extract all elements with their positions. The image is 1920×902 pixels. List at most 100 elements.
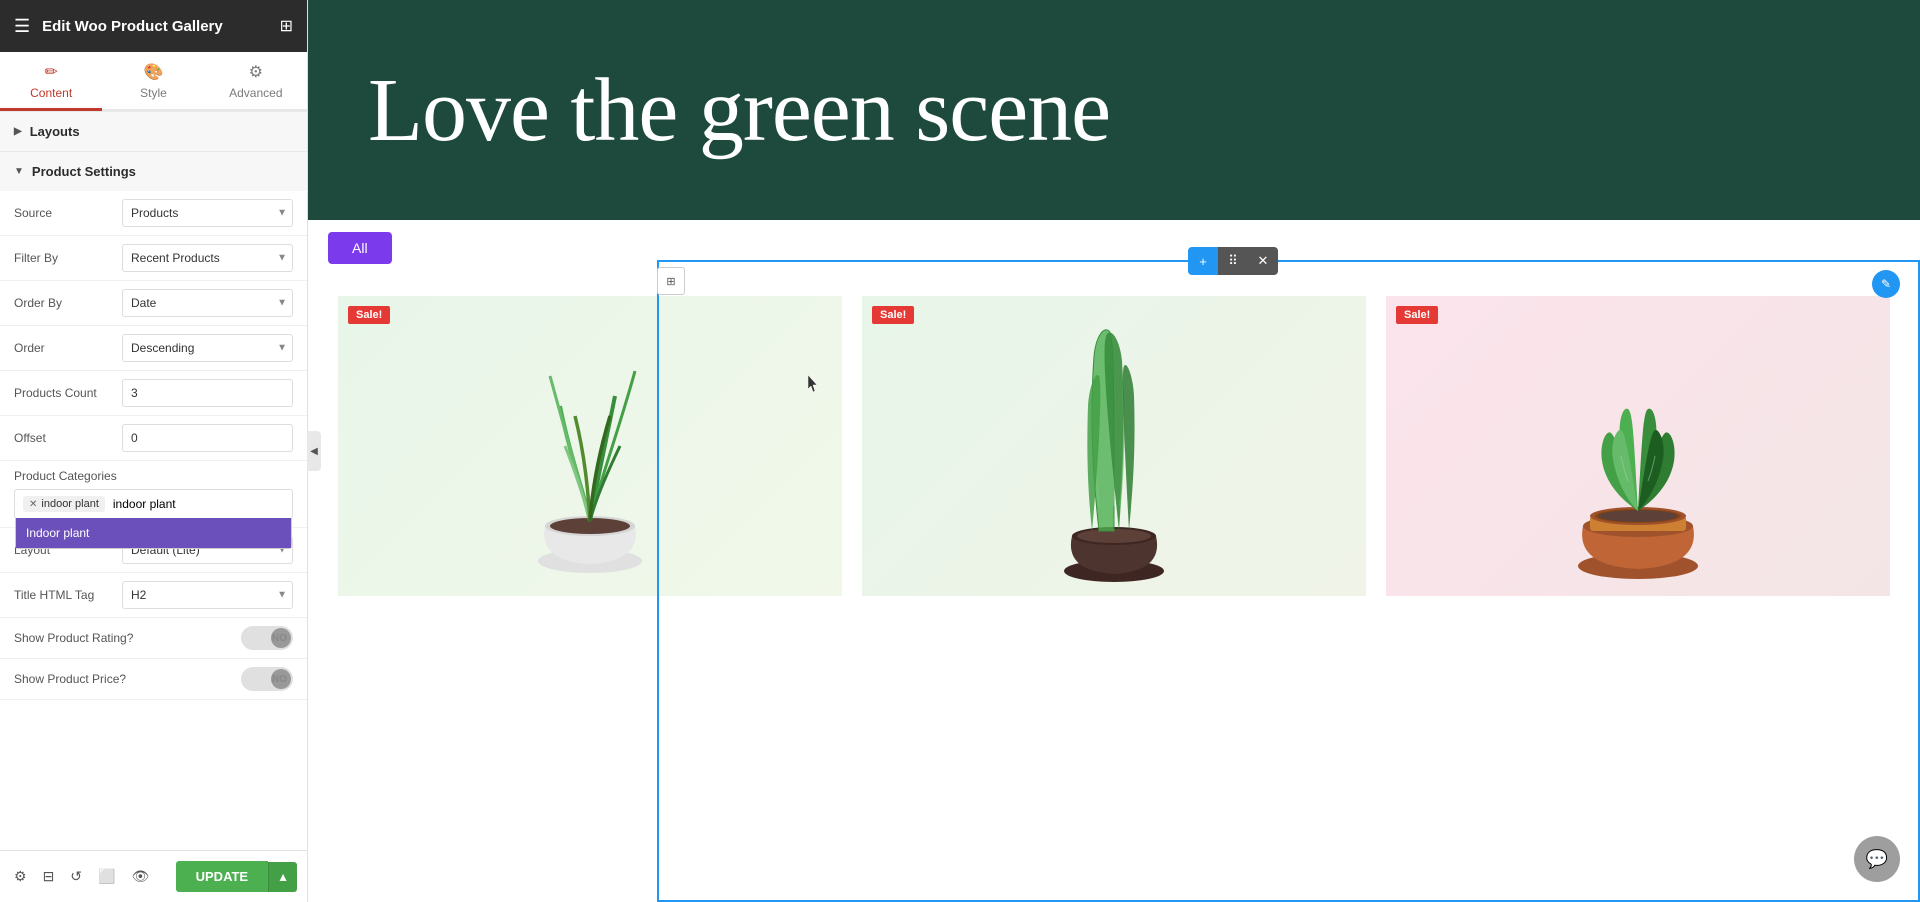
filter-bar: All <box>308 220 1920 276</box>
offset-row: Offset <box>0 416 307 461</box>
products-grid: Sale! <box>308 276 1920 626</box>
collapse-arrow-icon: ◀ <box>310 446 318 457</box>
filter-by-select[interactable]: Recent Products Featured Products Sale P… <box>122 244 293 272</box>
show-rating-label: Show Product Rating? <box>14 631 241 645</box>
category-tag-indoor-plant: ✕ indoor plant <box>23 496 105 512</box>
products-count-row: Products Count <box>0 371 307 416</box>
style-icon: 🎨 <box>144 62 164 82</box>
filter-all-button[interactable]: All <box>328 232 392 264</box>
order-by-select-wrap: Date Title Price ▼ <box>122 289 293 317</box>
plant-svg-2 <box>1014 306 1214 586</box>
order-by-row: Order By Date Title Price ▼ <box>0 281 307 326</box>
product-card-2: Sale! <box>852 286 1376 606</box>
filter-by-label: Filter By <box>14 251 114 265</box>
tag-label: indoor plant <box>41 498 99 510</box>
tab-content[interactable]: ✏ Content <box>0 52 102 111</box>
layers-icon[interactable]: ⊟ <box>39 864 59 889</box>
tab-bar: ✏ Content 🎨 Style ⚙ Advanced <box>0 52 307 111</box>
advanced-icon: ⚙ <box>249 62 263 82</box>
products-count-input-wrap <box>122 379 293 407</box>
product-card-1: Sale! <box>328 286 852 606</box>
offset-input[interactable] <box>122 424 293 452</box>
product-image-3: Sale! <box>1386 296 1890 596</box>
eye-icon[interactable]: 👁 <box>127 864 153 889</box>
undo-icon[interactable]: ↺ <box>66 864 86 889</box>
filter-by-select-wrap: Recent Products Featured Products Sale P… <box>122 244 293 272</box>
left-panel: ☰ Edit Woo Product Gallery ⊞ ✏ Content 🎨… <box>0 0 308 902</box>
order-row: Order Descending Ascending ▼ <box>0 326 307 371</box>
content-icon: ✏ <box>44 62 57 82</box>
panel-body: ▶ Layouts ▼ Product Settings Source Prod… <box>0 111 307 850</box>
sale-badge-1: Sale! <box>348 306 390 324</box>
categories-dropdown: Indoor plant <box>15 518 292 549</box>
column-selector-icon[interactable]: ⊞ <box>657 267 685 295</box>
toolbar-close-button[interactable]: ✕ <box>1248 247 1278 275</box>
title-html-select[interactable]: H2 H3 H4 <box>122 581 293 609</box>
layouts-section-header[interactable]: ▶ Layouts <box>0 111 307 151</box>
product-settings-section-label: Product Settings <box>32 164 136 179</box>
layouts-chevron-icon: ▶ <box>14 126 22 137</box>
hamburger-icon[interactable]: ☰ <box>14 16 30 37</box>
order-select[interactable]: Descending Ascending <box>122 334 293 362</box>
offset-input-wrap <box>122 424 293 452</box>
offset-label: Offset <box>14 431 114 445</box>
show-rating-toggle[interactable]: NO <box>241 626 293 650</box>
element-toolbar: + ⠿ ✕ <box>1188 247 1278 275</box>
update-button[interactable]: UPDATE <box>176 861 268 892</box>
title-html-tag-label: Title HTML Tag <box>14 588 114 602</box>
update-btn-wrap: UPDATE ▲ <box>176 861 297 892</box>
source-label: Source <box>14 206 114 220</box>
collapse-handle[interactable]: ◀ <box>307 431 321 471</box>
show-rating-row: Show Product Rating? NO <box>0 618 307 659</box>
categories-input-wrap: ✕ indoor plant Indoor plant <box>14 489 293 519</box>
order-by-select[interactable]: Date Title Price <box>122 289 293 317</box>
sale-badge-2: Sale! <box>872 306 914 324</box>
toolbar-add-button[interactable]: + <box>1188 247 1218 275</box>
tag-close-icon[interactable]: ✕ <box>29 499 37 510</box>
tab-content-label: Content <box>30 86 72 100</box>
bottom-bar: ⚙ ⊟ ↺ ⬜ 👁 UPDATE ▲ <box>0 850 307 902</box>
product-settings-section-header[interactable]: ▼ Product Settings <box>0 151 307 191</box>
grid-icon[interactable]: ⊞ <box>280 16 293 36</box>
toggle-no-price: NO <box>272 674 287 685</box>
tab-style[interactable]: 🎨 Style <box>102 52 204 111</box>
product-image-2: Sale! <box>862 296 1366 596</box>
panel-header: ☰ Edit Woo Product Gallery ⊞ <box>0 0 307 52</box>
order-select-wrap: Descending Ascending ▼ <box>122 334 293 362</box>
bottom-icons: ⚙ ⊟ ↺ ⬜ 👁 <box>10 864 153 889</box>
edit-corner-button[interactable]: ✎ <box>1872 270 1900 298</box>
show-price-label: Show Product Price? <box>14 672 241 686</box>
plant-svg-3 <box>1538 311 1738 581</box>
settings-icon[interactable]: ⚙ <box>10 864 31 889</box>
product-card-3: Sale! <box>1376 286 1900 606</box>
categories-text-input[interactable] <box>109 495 189 513</box>
product-image-1: Sale! <box>338 296 842 596</box>
toolbar-move-button[interactable]: ⠿ <box>1218 247 1248 275</box>
product-settings-chevron-icon: ▼ <box>14 166 24 177</box>
hero-title: Love the green scene <box>368 61 1110 160</box>
show-price-row: Show Product Price? NO <box>0 659 307 700</box>
suggestion-indoor-plant[interactable]: Indoor plant <box>16 518 291 548</box>
responsive-icon[interactable]: ⬜ <box>94 864 119 889</box>
canvas: Love the green scene + ⠿ ✕ ⊞ ✎ All Sale! <box>308 0 1920 902</box>
gallery-section: All Sale! <box>308 220 1920 626</box>
chat-bubble-button[interactable]: 💬 <box>1854 836 1900 882</box>
filter-by-row: Filter By Recent Products Featured Produ… <box>0 236 307 281</box>
source-row: Source Products Featured Products Sale P… <box>0 191 307 236</box>
order-by-label: Order By <box>14 296 114 310</box>
panel-title: Edit Woo Product Gallery <box>42 18 223 35</box>
title-html-select-wrap: H2 H3 H4 ▼ <box>122 581 293 609</box>
update-dropdown-button[interactable]: ▲ <box>268 862 297 892</box>
source-select-wrap: Products Featured Products Sale Products… <box>122 199 293 227</box>
source-select[interactable]: Products Featured Products Sale Products <box>122 199 293 227</box>
show-price-toggle[interactable]: NO <box>241 667 293 691</box>
sale-badge-3: Sale! <box>1396 306 1438 324</box>
order-label: Order <box>14 341 114 355</box>
categories-row: Product Categories ✕ indoor plant Indoor… <box>0 461 307 528</box>
products-count-input[interactable] <box>122 379 293 407</box>
toggle-no-rating: NO <box>272 633 287 644</box>
categories-tags: ✕ indoor plant <box>15 490 292 518</box>
hero-banner: Love the green scene <box>308 0 1920 220</box>
title-html-tag-row: Title HTML Tag H2 H3 H4 ▼ <box>0 573 307 618</box>
tab-advanced[interactable]: ⚙ Advanced <box>205 52 307 111</box>
